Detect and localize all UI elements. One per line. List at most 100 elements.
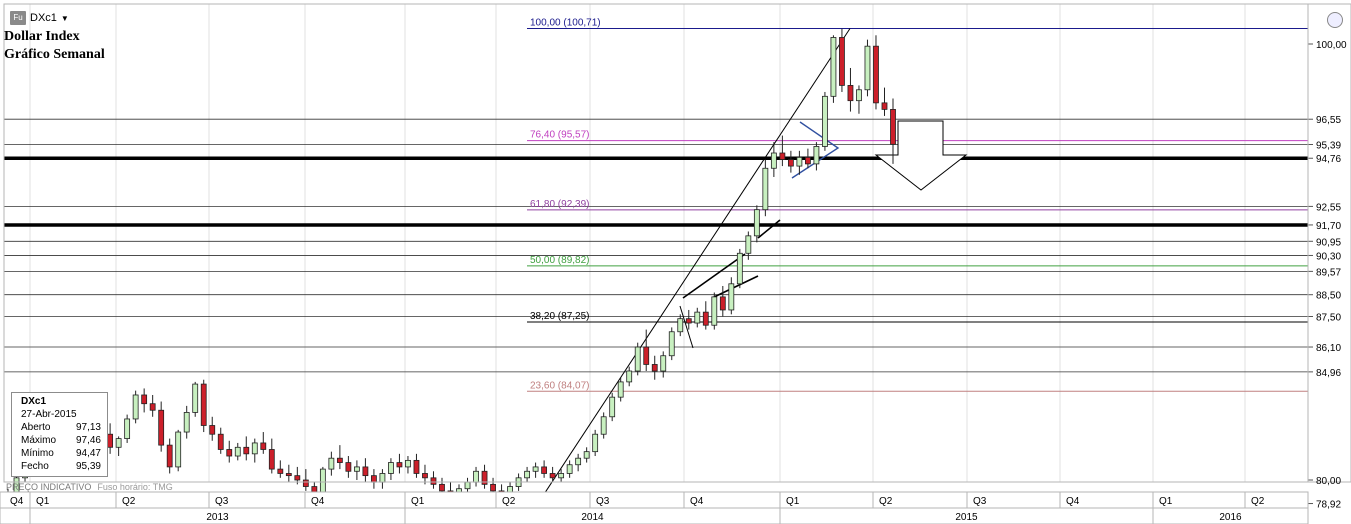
candle-body — [839, 37, 845, 86]
fibonacci-label: 38,20 (87,25) — [530, 311, 590, 322]
down-arrow-icon — [874, 120, 968, 191]
ohlc-info-box: DXc1 27-Abr-2015 Aberto 97,13 Máximo 97,… — [11, 392, 108, 477]
info-value: 97,13 — [75, 422, 101, 433]
quarter-label: Q4 — [690, 496, 704, 507]
clock-icon[interactable] — [1327, 12, 1343, 28]
candle-body — [745, 235, 752, 254]
candle — [592, 429, 599, 457]
price-level-label: 95,39 — [1316, 140, 1341, 151]
candle-body — [430, 477, 437, 485]
candle — [685, 309, 692, 330]
candle — [873, 35, 879, 110]
quarter-label: Q1 — [36, 496, 50, 507]
candle — [864, 39, 871, 97]
candle-body — [336, 457, 343, 463]
candle — [132, 390, 139, 424]
candle — [583, 447, 590, 463]
candle — [422, 464, 428, 485]
candle-body — [753, 209, 760, 237]
price-level-label: 92,55 — [1316, 202, 1341, 213]
candle — [175, 429, 182, 472]
candle — [890, 98, 896, 164]
quarter-label: Q2 — [1251, 496, 1265, 507]
candle-body — [115, 438, 122, 448]
candle-body — [405, 459, 411, 468]
candle — [813, 142, 820, 171]
candle — [473, 466, 479, 487]
candle-body — [107, 433, 114, 448]
candle — [149, 394, 156, 417]
symbol-tab[interactable]: Fu DXc1 ▼ — [10, 11, 69, 25]
candle-body — [677, 318, 684, 333]
candle-body — [558, 473, 565, 479]
fibonacci-label: 61,80 (92,39) — [530, 199, 590, 210]
candle-body — [388, 462, 394, 474]
candle — [762, 159, 769, 217]
candle — [856, 85, 862, 114]
candle-body — [796, 156, 803, 167]
candle — [668, 327, 675, 361]
info-value: 97,46 — [75, 435, 101, 446]
candle — [719, 285, 726, 317]
breakout-line — [757, 219, 781, 239]
candle-body — [268, 449, 275, 470]
candle — [268, 438, 275, 474]
candle — [600, 412, 607, 439]
candle-body — [362, 466, 369, 477]
candle — [371, 469, 377, 489]
candle-body — [166, 444, 173, 468]
candle-body — [243, 446, 250, 455]
candle-body — [422, 473, 428, 479]
price-level-label: 78,92 — [1316, 500, 1341, 511]
candle — [226, 440, 233, 463]
year-label: 2014 — [581, 512, 604, 523]
candle-body — [379, 473, 386, 483]
candle-body — [830, 37, 837, 97]
candle-body — [524, 470, 530, 479]
candlestick-chart: 100,00 (100,71) 76,40 (95,57) 61,80 (92,39… — [0, 3, 1351, 524]
candle — [677, 314, 684, 337]
info-row-high: Máximo 97,46 — [21, 434, 107, 447]
candle — [192, 381, 199, 417]
candle — [839, 28, 845, 92]
quarter-label: Q3 — [973, 496, 987, 507]
candle — [805, 148, 811, 169]
candle-body — [277, 468, 284, 474]
candle — [362, 458, 369, 483]
chevron-down-icon[interactable]: ▼ — [61, 14, 69, 23]
candle-body — [762, 167, 769, 211]
candle-body — [132, 394, 139, 420]
candle-body — [328, 457, 335, 470]
candle-body — [285, 473, 292, 477]
candle-body — [736, 252, 743, 285]
candle — [822, 91, 828, 151]
candle-body — [856, 89, 862, 102]
candle — [353, 460, 360, 480]
info-value: 94,47 — [75, 448, 101, 459]
fibonacci-label: 76,40 (95,57) — [530, 130, 590, 141]
candle-body — [770, 152, 777, 169]
candle — [277, 460, 284, 478]
candle-body — [226, 449, 233, 457]
quarter-label: Q1 — [786, 496, 800, 507]
candle — [728, 277, 735, 315]
candle-body — [847, 85, 854, 102]
candle-body — [302, 479, 309, 487]
candle — [345, 456, 352, 478]
candle-body — [464, 481, 471, 490]
candle — [336, 445, 343, 470]
candle — [549, 466, 556, 483]
price-level-label: 96,55 — [1316, 115, 1341, 126]
candle-body — [566, 464, 573, 474]
candle-body — [890, 109, 896, 145]
tick-label: 80,00 — [1316, 476, 1341, 487]
time-axis: Q4 Q1 Q2 Q3 Q4 Q1 Q2 Q3 Q4 Q1 Q2 Q3 Q4 Q1 Q2 2013 2014 20… — [0, 491, 1309, 524]
candle — [166, 438, 173, 474]
candle — [396, 453, 403, 474]
timezone-label: Fuso horário: TMG — [97, 482, 173, 492]
candle — [405, 456, 411, 474]
candle — [575, 453, 582, 472]
candle-body — [685, 318, 692, 324]
quarter-label: Q4 — [311, 496, 325, 507]
candle — [660, 351, 667, 378]
